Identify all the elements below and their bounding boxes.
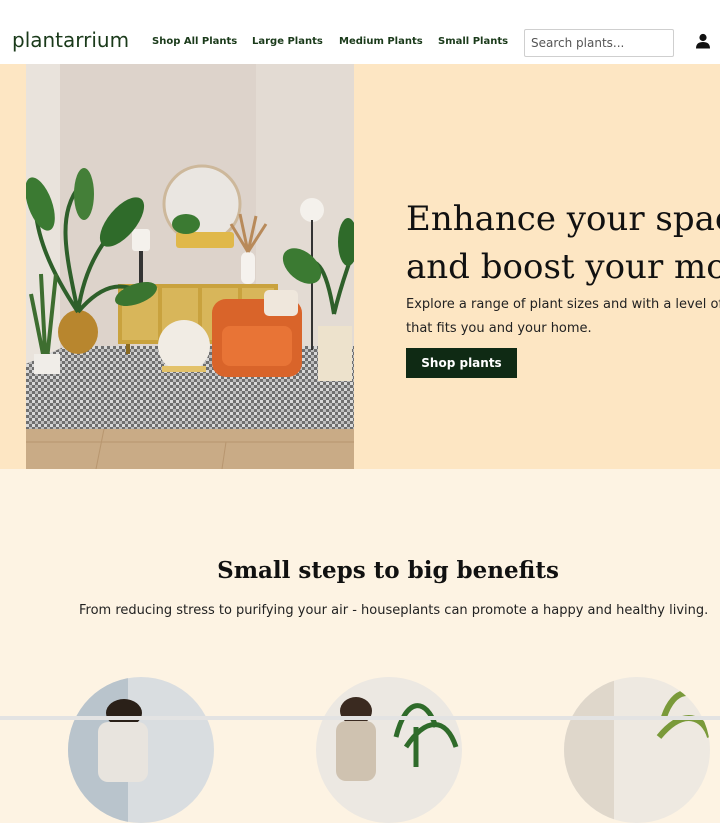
top-navbar: plantarrium Shop All Plants Large Plants…: [0, 0, 720, 64]
hero-section: Enhance your space and boost your mood E…: [0, 64, 720, 469]
benefits-title: Small steps to big benefits: [217, 557, 559, 584]
hero-description: Explore a range of plant sizes and with …: [406, 293, 720, 341]
benefits-subtitle: From reducing stress to purifying your a…: [79, 603, 709, 618]
nav-link-shop-all-plants[interactable]: Shop All Plants: [152, 35, 237, 49]
hero-description-line-1: Explore a range of plant sizes and with …: [406, 297, 720, 312]
hero-title: Enhance your space and boost your mood: [406, 195, 720, 291]
benefit-image-2: [316, 677, 462, 823]
hero-description-line-2: that fits you and your home.: [406, 321, 592, 336]
hero-title-line-1: Enhance your space: [406, 198, 720, 239]
benefits-section: Small steps to big benefits From reducin…: [0, 469, 720, 823]
nav-link-medium-plants[interactable]: Medium Plants: [339, 35, 423, 49]
nav-link-large-plants[interactable]: Large Plants: [252, 35, 323, 49]
benefit-image-1: [68, 677, 214, 823]
hero-title-line-2: and boost your mood: [406, 246, 720, 287]
search-input[interactable]: [524, 29, 674, 57]
user-icon[interactable]: [694, 32, 712, 50]
bottom-divider: [0, 716, 720, 720]
shop-plants-button[interactable]: Shop plants: [406, 348, 517, 378]
benefit-image-3: [564, 677, 710, 823]
nav-link-small-plants[interactable]: Small Plants: [438, 35, 508, 49]
brand-logo[interactable]: plantarrium: [12, 28, 129, 52]
hero-living-room-image: [26, 64, 354, 469]
